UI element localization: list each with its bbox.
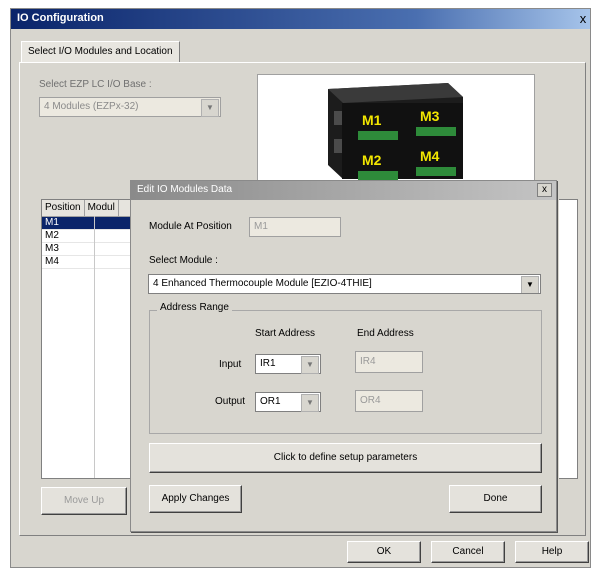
dialog-titlebar[interactable]: Edit IO Modules Data x [131, 181, 556, 200]
module-label-m1: M1 [362, 112, 382, 128]
window-close-icon[interactable]: x [575, 10, 591, 27]
define-setup-parameters-button[interactable]: Click to define setup parameters [149, 443, 542, 473]
apply-changes-button[interactable]: Apply Changes [149, 485, 242, 513]
position-list[interactable]: Position Modul M1 M2 M3 M4 [41, 199, 136, 479]
dialog-close-icon[interactable]: x [537, 183, 552, 197]
dialog-title: Edit IO Modules Data [137, 184, 233, 195]
list-item[interactable]: M1 [42, 217, 135, 230]
module-label-m2: M2 [362, 152, 382, 168]
list-item[interactable]: M3 [42, 243, 135, 256]
help-button[interactable]: Help [515, 541, 589, 563]
module-at-position-label: Module At Position [149, 221, 232, 232]
io-base-illustration: M1 M3 M2 M4 [328, 83, 463, 189]
column-divider [94, 216, 95, 478]
position-list-right-edge [559, 199, 578, 479]
start-address-header: Start Address [255, 328, 316, 339]
select-module-label: Select Module : [149, 255, 218, 266]
window-title: IO Configuration [17, 12, 104, 24]
input-start-address-select[interactable]: IR1 ▼ [255, 354, 321, 374]
edit-io-modules-dialog: Edit IO Modules Data x Module At Positio… [130, 180, 557, 532]
list-item[interactable]: M4 [42, 256, 135, 269]
chevron-down-icon[interactable]: ▼ [301, 356, 319, 374]
move-up-button[interactable]: Move Up [41, 487, 127, 515]
done-button[interactable]: Done [449, 485, 542, 513]
list-item[interactable]: M2 [42, 230, 135, 243]
select-module-dropdown[interactable]: 4 Enhanced Thermocouple Module [EZIO-4TH… [148, 274, 541, 294]
input-label: Input [219, 359, 242, 370]
column-header-position[interactable]: Position [42, 200, 85, 216]
io-base-select[interactable]: 4 Modules (EZPx-32) ▼ [39, 97, 221, 117]
position-list-header: Position Modul [42, 200, 135, 217]
address-range-legend: Address Range [157, 302, 232, 313]
end-address-header: End Address [357, 328, 414, 339]
output-end-address-field: OR4 [355, 390, 423, 412]
output-label: Output [215, 396, 246, 407]
module-label-m3: M3 [420, 108, 440, 124]
window-titlebar[interactable]: IO Configuration x [11, 9, 590, 29]
column-header-module[interactable]: Modul [85, 200, 119, 216]
cancel-button[interactable]: Cancel [431, 541, 505, 563]
chevron-down-icon[interactable]: ▼ [301, 394, 319, 412]
io-base-label: Select EZP LC I/O Base : [39, 79, 152, 90]
module-image: M1 M3 M2 M4 [257, 74, 535, 190]
ok-button[interactable]: OK [347, 541, 421, 563]
chevron-down-icon[interactable]: ▼ [521, 276, 539, 293]
address-range-group [149, 310, 542, 434]
output-start-address-select[interactable]: OR1 ▼ [255, 392, 321, 412]
io-base-value: 4 Modules (EZPx-32) [44, 101, 139, 112]
module-at-position-field: M1 [249, 217, 341, 237]
tab-select-io-modules[interactable]: Select I/O Modules and Location [21, 41, 180, 63]
input-end-address-field: IR4 [355, 351, 423, 373]
output-start-value: OR1 [260, 396, 281, 407]
select-module-value: 4 Enhanced Thermocouple Module [EZIO-4TH… [153, 278, 372, 289]
input-start-value: IR1 [260, 358, 276, 369]
module-label-m4: M4 [420, 148, 440, 164]
chevron-down-icon[interactable]: ▼ [201, 99, 219, 117]
